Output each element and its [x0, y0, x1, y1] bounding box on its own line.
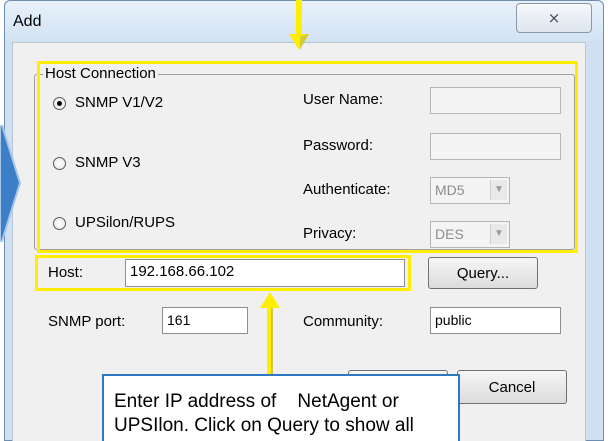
callout-line-2: UPSIlon. Click on Query to show all — [114, 415, 414, 436]
host-label: Host: — [48, 264, 84, 281]
chevron-down-icon: ▼ — [490, 180, 507, 200]
authenticate-value: MD5 — [435, 182, 465, 198]
cancel-button[interactable]: Cancel — [457, 370, 567, 404]
authenticate-select[interactable]: MD5 ▼ — [430, 177, 510, 204]
privacy-label: Privacy: — [303, 225, 357, 242]
query-button[interactable]: Query... — [428, 257, 538, 289]
blue-arrow — [0, 125, 22, 242]
radio-snmp-v1v2[interactable] — [53, 97, 66, 110]
password-field[interactable] — [430, 133, 561, 160]
community-input[interactable]: public — [430, 307, 561, 334]
callout-line-1: Enter IP address of NetAgent or — [114, 391, 399, 412]
radio-upsilon-rups[interactable] — [53, 217, 66, 230]
snmp-port-label: SNMP port: — [48, 313, 126, 330]
host-input[interactable]: 192.168.66.102 — [125, 259, 405, 287]
close-icon: ⨯ — [547, 10, 561, 27]
instruction-callout: Enter IP address of NetAgent or UPSIlon.… — [102, 374, 460, 441]
radio-upsilon-rups-label[interactable]: UPSilon/RUPS — [75, 214, 175, 231]
password-label: Password: — [303, 137, 374, 154]
user-name-field[interactable] — [430, 87, 561, 114]
yellow-down-arrow — [289, 0, 309, 50]
privacy-value: DES — [435, 226, 464, 242]
snmp-port-input[interactable]: 161 — [162, 307, 248, 334]
dialog-title: Add — [13, 13, 42, 30]
privacy-select[interactable]: DES ▼ — [430, 221, 510, 248]
close-button[interactable]: ⨯ — [516, 3, 592, 33]
yellow-up-arrow — [260, 292, 280, 376]
chevron-down-icon: ▼ — [490, 224, 507, 244]
community-label: Community: — [303, 313, 384, 330]
radio-snmp-v1v2-label[interactable]: SNMP V1/V2 — [75, 94, 163, 111]
radio-snmp-v3-label[interactable]: SNMP V3 — [75, 154, 141, 171]
authenticate-label: Authenticate: — [303, 181, 391, 198]
user-name-label: User Name: — [303, 91, 384, 108]
radio-snmp-v3[interactable] — [53, 157, 66, 170]
host-connection-legend: Host Connection — [43, 65, 158, 82]
